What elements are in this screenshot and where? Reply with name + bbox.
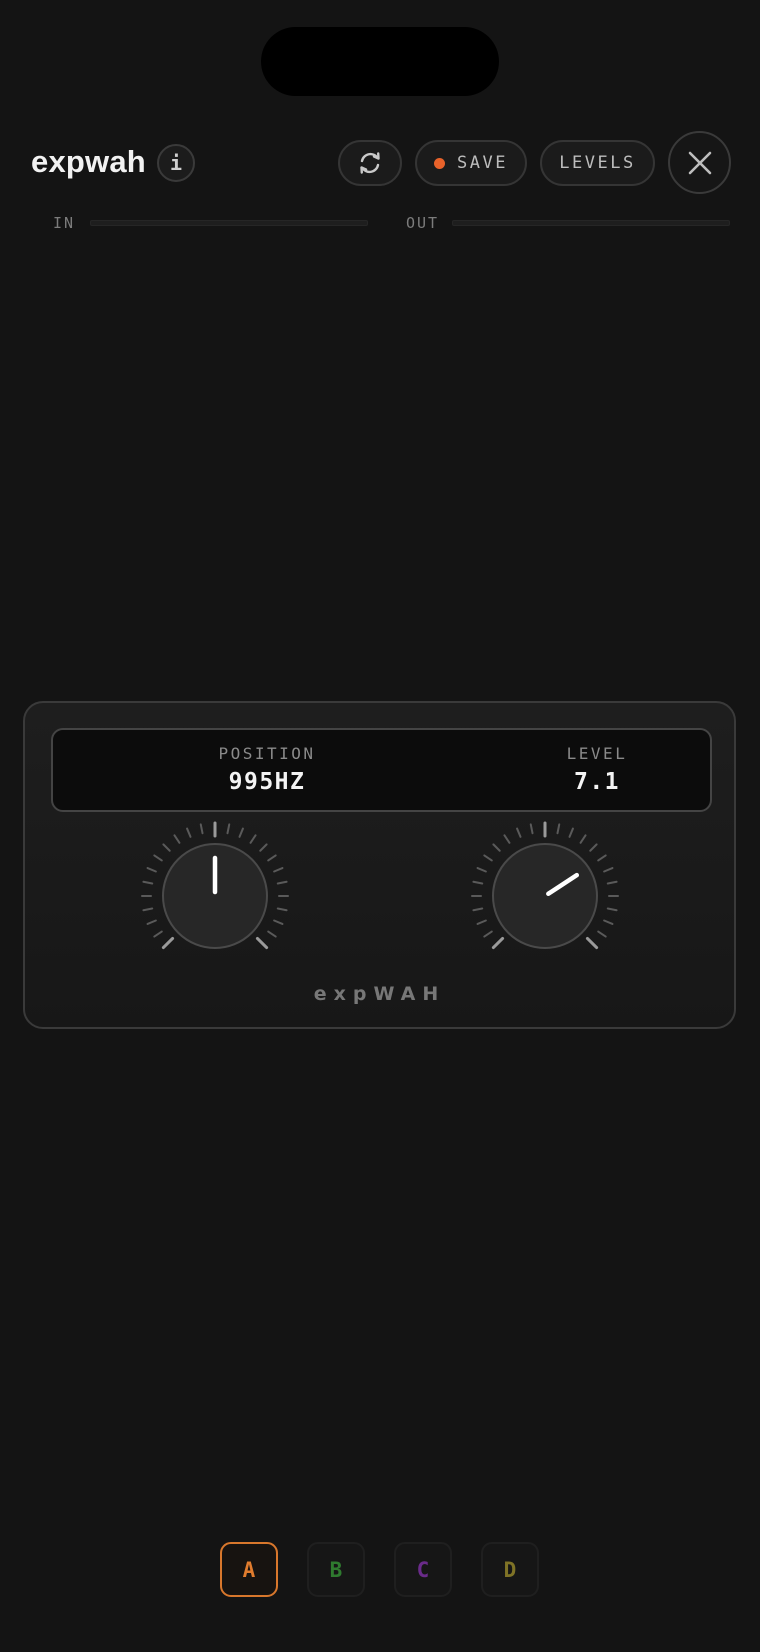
input-meter-label: IN xyxy=(53,214,76,232)
knob-tick xyxy=(162,843,171,852)
knob-tick xyxy=(492,843,501,852)
level-meters: IN OUT xyxy=(0,210,760,234)
knob-tick xyxy=(276,880,288,885)
knob-tick xyxy=(153,930,163,938)
knob-tick xyxy=(472,907,484,912)
slot-d-button[interactable]: D xyxy=(481,1542,539,1597)
level-label: LEVEL xyxy=(566,744,628,763)
preset-slots: A B C D xyxy=(0,1542,760,1598)
slot-a-button[interactable]: A xyxy=(220,1542,278,1597)
output-meter-label: OUT xyxy=(406,214,440,232)
info-icon: i xyxy=(169,151,183,175)
knob-tick xyxy=(267,930,277,938)
knob-tick xyxy=(153,854,163,862)
slot-c-button[interactable]: C xyxy=(394,1542,452,1597)
plugin-title: expwah xyxy=(31,144,146,179)
knob-tick xyxy=(267,854,277,862)
knob-tick xyxy=(529,823,534,835)
knob-tick xyxy=(603,867,614,873)
knob-tick xyxy=(259,843,268,852)
close-icon xyxy=(688,151,711,174)
knob-tick xyxy=(503,834,511,844)
levels-button[interactable]: LEVELS xyxy=(540,140,655,186)
slot-b-label: B xyxy=(329,1557,343,1582)
knob-tick xyxy=(238,827,244,838)
knob-tick xyxy=(472,880,484,885)
knob-tick xyxy=(603,919,614,925)
unsaved-indicator xyxy=(434,157,446,169)
level-readout: LEVEL 7.1 xyxy=(487,744,707,795)
knob-tick xyxy=(249,834,257,844)
knob-tick xyxy=(186,827,192,838)
knob-tick xyxy=(579,834,587,844)
levels-label: LEVELS xyxy=(559,153,636,173)
position-value: 995HZ xyxy=(228,769,306,795)
header-bar: expwah i SAVE LEVELS xyxy=(0,130,760,196)
knob-body[interactable] xyxy=(492,843,598,949)
knob-tick xyxy=(491,936,505,950)
sync-icon xyxy=(360,152,380,174)
knob-tick xyxy=(556,823,561,835)
knob-tick xyxy=(199,823,204,835)
knob-tick xyxy=(276,907,288,912)
level-value: 7.1 xyxy=(573,769,621,795)
knob-tick xyxy=(568,827,574,838)
slot-a-label: A xyxy=(242,1557,256,1582)
knob-tick xyxy=(142,907,154,912)
level-knob[interactable] xyxy=(465,816,625,976)
knob-tick xyxy=(476,919,487,925)
knob-tick xyxy=(516,827,522,838)
knob-tick xyxy=(589,843,598,852)
output-meter xyxy=(452,220,730,226)
knob-tick xyxy=(146,867,157,873)
knob-tick xyxy=(476,867,487,873)
knob-tick xyxy=(597,854,607,862)
knob-tick xyxy=(161,936,175,950)
knob-tick xyxy=(597,930,607,938)
knob-tick xyxy=(255,936,269,950)
sync-button[interactable] xyxy=(338,140,402,186)
close-button[interactable] xyxy=(668,131,731,194)
slot-c-label: C xyxy=(416,1557,430,1582)
knob-tick xyxy=(142,880,154,885)
position-knob[interactable] xyxy=(135,816,295,976)
save-label: SAVE xyxy=(457,153,508,173)
save-button[interactable]: SAVE xyxy=(415,140,527,186)
knob-tick xyxy=(226,823,231,835)
input-meter xyxy=(90,220,368,226)
position-readout: POSITION 995HZ xyxy=(157,744,377,795)
effect-panel: POSITION 995HZ LEVEL 7.1 expWAH xyxy=(23,701,736,1029)
knob-tick xyxy=(606,907,618,912)
parameter-display: POSITION 995HZ LEVEL 7.1 xyxy=(51,728,712,812)
effect-brand-label: expWAH xyxy=(313,983,446,1005)
knob-tick xyxy=(585,936,599,950)
knob-tick xyxy=(606,880,618,885)
slot-b-button[interactable]: B xyxy=(307,1542,365,1597)
knob-tick xyxy=(173,834,181,844)
knob-tick xyxy=(146,919,157,925)
knob-tick xyxy=(483,854,493,862)
position-label: POSITION xyxy=(218,744,316,763)
knob-tick xyxy=(273,867,284,873)
knob-tick xyxy=(273,919,284,925)
knob-tick xyxy=(483,930,493,938)
slot-d-label: D xyxy=(503,1557,517,1582)
info-button[interactable]: i xyxy=(157,144,195,182)
dynamic-island xyxy=(261,27,499,96)
